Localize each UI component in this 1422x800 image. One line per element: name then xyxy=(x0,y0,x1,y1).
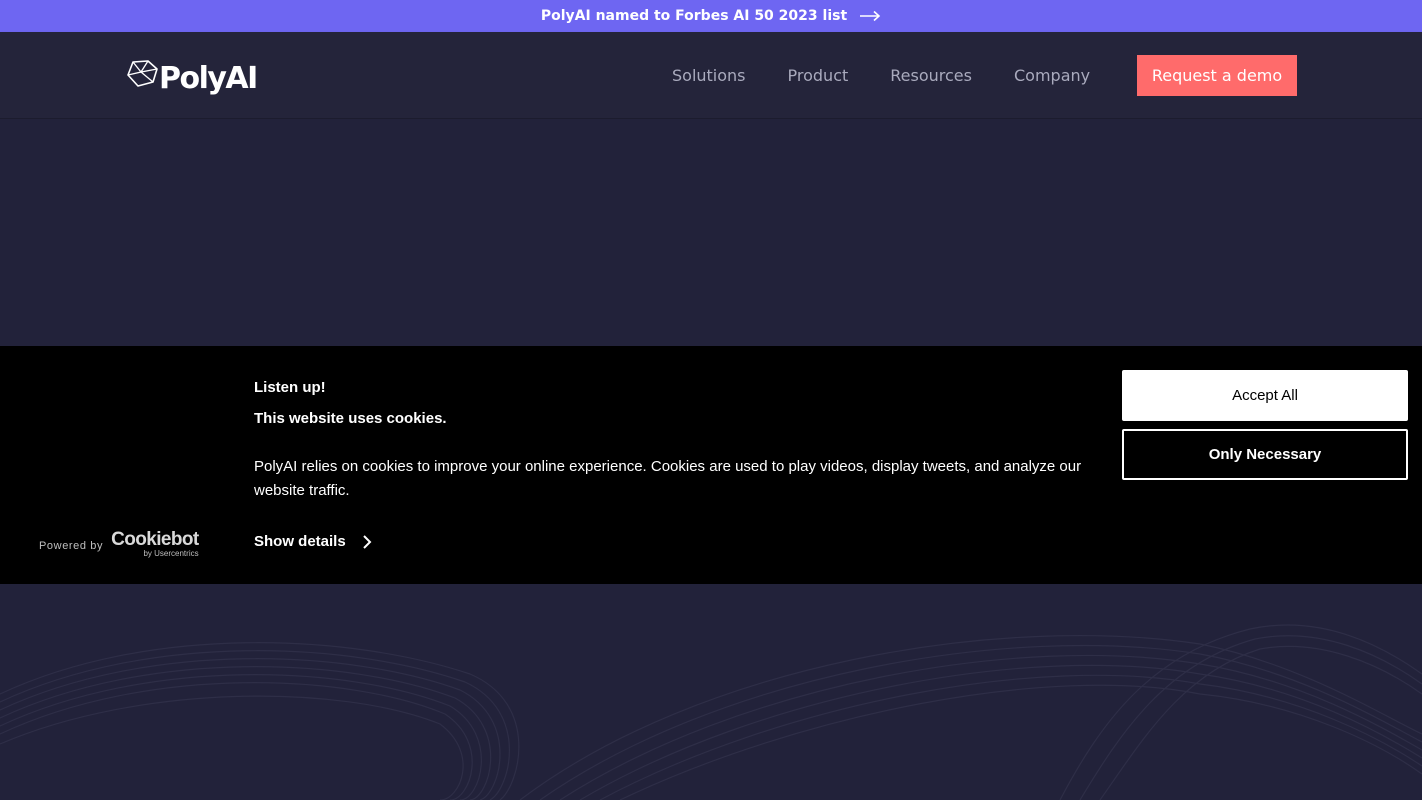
cookiebot-logo: Cookiebot xyxy=(111,529,199,550)
request-demo-button[interactable]: Request a demo xyxy=(1137,55,1297,96)
chevron-right-icon xyxy=(362,534,372,550)
logo-wordmark: PolyAI xyxy=(159,60,258,96)
logo-link[interactable]: PolyAI xyxy=(126,54,258,96)
cookiebot-branding[interactable]: Powered by Cookiebot by Usercentrics xyxy=(39,530,199,558)
cookie-title: Listen up! xyxy=(254,379,326,396)
cookie-description: PolyAI relies on cookies to improve your… xyxy=(254,458,1082,499)
polyhedron-icon xyxy=(126,60,158,90)
wave-background xyxy=(0,624,1422,800)
show-details-label: Show details xyxy=(254,533,346,550)
announcement-text: PolyAI named to Forbes AI 50 2023 list xyxy=(540,8,848,24)
nav-resources[interactable]: Resources xyxy=(890,66,972,85)
cookiebot-subtext: by Usercentrics xyxy=(143,549,199,558)
cookie-subtitle: This website uses cookies. xyxy=(254,410,447,427)
nav-solutions[interactable]: Solutions xyxy=(672,66,746,85)
announcement-bar[interactable]: PolyAI named to Forbes AI 50 2023 list xyxy=(0,0,1422,32)
nav-product[interactable]: Product xyxy=(788,66,849,85)
powered-by-label: Powered by xyxy=(39,540,104,552)
show-details-link[interactable]: Show details xyxy=(254,533,372,550)
only-necessary-button[interactable]: Only Necessary xyxy=(1122,429,1408,480)
accept-all-button[interactable]: Accept All xyxy=(1122,370,1408,421)
nav-company[interactable]: Company xyxy=(1014,66,1090,85)
arrow-right-icon xyxy=(859,10,881,22)
main-nav: Solutions Product Resources Company xyxy=(672,32,1090,118)
site-header: PolyAI Solutions Product Resources Compa… xyxy=(0,32,1422,119)
